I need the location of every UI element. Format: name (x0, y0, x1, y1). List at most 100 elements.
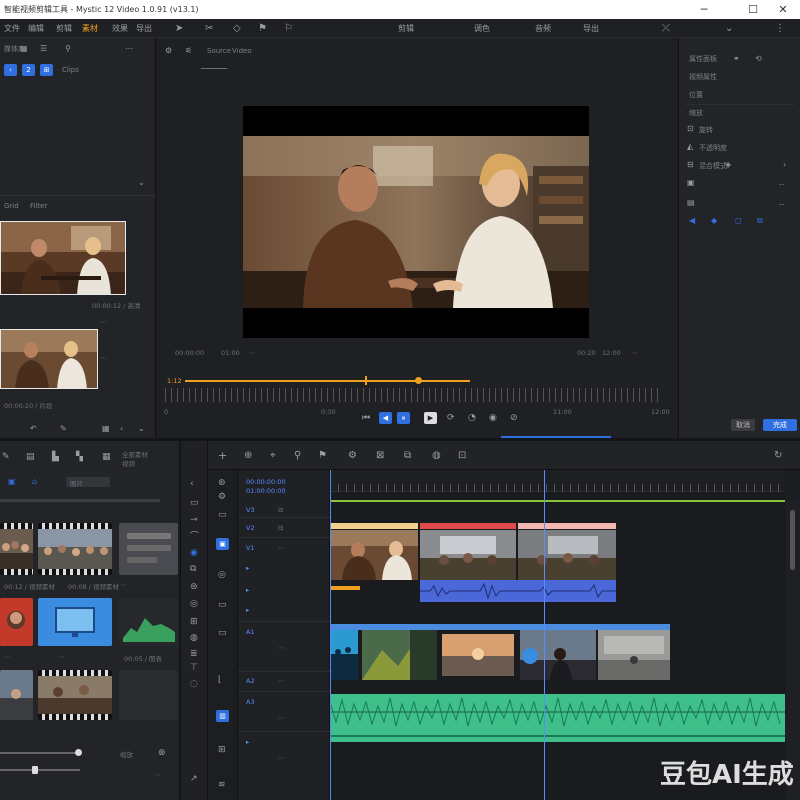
track-a2-controls[interactable]: ⋯ (278, 677, 285, 685)
audio-track-toggle[interactable]: ▥ (216, 710, 229, 722)
value-icon[interactable]: ‥ (779, 178, 784, 188)
linked-audio-clip[interactable] (420, 580, 616, 602)
grid-icon[interactable]: ▦ (102, 424, 110, 434)
minimize-button[interactable]: ─ (691, 2, 717, 17)
track-a1-controls[interactable]: ⋯ (278, 644, 285, 652)
reset-icon[interactable]: ⟲ (755, 54, 762, 64)
clip-label-pink[interactable] (518, 523, 616, 529)
view-button-3[interactable]: ⊞ (40, 64, 53, 76)
timeline-clip-8[interactable] (598, 630, 670, 680)
pen-icon[interactable]: ✎ (60, 424, 67, 434)
diamond-icon[interactable]: ◇ (233, 24, 241, 34)
keyframe-delete-icon[interactable]: ◻ (735, 216, 742, 226)
undo-icon[interactable]: ↶ (30, 424, 37, 434)
menu-edit[interactable]: 编辑 (28, 22, 44, 35)
template-icon[interactable]: ▦ (102, 452, 111, 462)
inspector-row-video[interactable]: 视频属性 (689, 72, 717, 82)
curve-icon[interactable]: ⌒ (190, 532, 199, 542)
volume-icon[interactable]: ◉ (489, 413, 497, 423)
tab-cut[interactable]: 剪辑 (398, 22, 414, 35)
magnet-icon[interactable]: ⌖ (270, 451, 276, 461)
select-icon[interactable]: ▭ (190, 498, 199, 508)
tab-audio[interactable]: 音频 (535, 22, 551, 35)
timeline-clip-3[interactable] (518, 530, 616, 580)
library-size-handle[interactable] (32, 766, 38, 774)
detach-icon[interactable]: ⧉ (404, 451, 411, 461)
tab-grid[interactable]: Grid (4, 202, 19, 210)
viewer-ruler[interactable] (165, 388, 663, 402)
lock-icon[interactable]: ▭ (218, 600, 227, 610)
audio-track-a2[interactable] (330, 730, 785, 742)
close-button[interactable]: ✕ (770, 2, 796, 17)
link-icon[interactable]: ⤫ (662, 24, 670, 34)
close-icon[interactable]: ⊗ (158, 748, 166, 758)
cancel-button[interactable]: 取消 (731, 419, 755, 431)
gear-icon[interactable]: ⚙ (348, 451, 357, 461)
track-v2-controls[interactable]: ⊟ (278, 524, 283, 532)
menu-cut[interactable]: 剪辑 (56, 22, 72, 35)
work-area-bar[interactable] (330, 500, 785, 502)
timeline-in-marker[interactable] (330, 470, 331, 800)
preview-icon[interactable]: ⊡ (458, 451, 466, 461)
tab-deliver[interactable]: 导出 (583, 22, 599, 35)
cursor-icon[interactable]: ➤ (175, 24, 183, 34)
effect-icon[interactable]: ▤ (687, 198, 695, 208)
timeline-ruler[interactable] (330, 470, 785, 492)
crop-icon[interactable]: ⊡ (687, 124, 694, 134)
keyframe-add-icon[interactable]: ◀ (689, 216, 695, 226)
grid-icon[interactable]: ▦ (20, 44, 28, 54)
list-icon[interactable]: ☰ (40, 44, 47, 54)
chevron-left-icon[interactable]: ‹ (120, 424, 123, 434)
view-button-2[interactable]: 2 (22, 64, 35, 76)
track-row-v2[interactable]: V2 ⊟ (238, 518, 330, 538)
mic-icon[interactable]: ⚲ (294, 451, 301, 461)
track-row-v3[interactable]: V3 ⊟ (238, 502, 330, 518)
confirm-button[interactable]: 完成 (763, 419, 797, 431)
snap-icon[interactable]: ⊕ (244, 451, 252, 461)
value-icon-2[interactable]: ‥ (779, 198, 784, 208)
viewer-tab-video[interactable]: Video (232, 47, 252, 55)
ripple-icon[interactable]: ⧉ (190, 564, 196, 574)
timeline-clip-7[interactable] (520, 630, 596, 680)
library-scroll-track[interactable] (0, 499, 160, 502)
tab-color[interactable]: 调色 (474, 22, 490, 35)
track-row-a2[interactable]: A2 ⋯ (238, 672, 330, 692)
chevron-left-icon[interactable]: ‹ (190, 479, 194, 489)
keyframe-icon[interactable]: ◈ (725, 160, 731, 170)
link-icon[interactable]: ⚭ (733, 54, 740, 64)
library-zoom-handle[interactable] (75, 749, 82, 756)
chevron-right-icon[interactable]: › (783, 160, 786, 170)
flag-icon[interactable]: ⚑ (318, 451, 327, 461)
ellipsis-icon[interactable]: ⋮ (775, 24, 785, 34)
library-zoom-slider[interactable] (0, 752, 80, 754)
clip-label-yellow[interactable] (330, 523, 418, 529)
settings-icon[interactable]: ⚙ (218, 492, 226, 502)
home-icon[interactable]: ⌂ (32, 477, 37, 487)
track-master-controls[interactable]: ⋯ (278, 754, 285, 762)
play-button[interactable]: ▶ (424, 412, 437, 424)
in-point-marker[interactable] (365, 376, 367, 385)
library-clip-4[interactable] (0, 598, 33, 646)
stabilize-icon[interactable]: ◍ (190, 633, 198, 643)
audio-tool-icon[interactable]: ≣ (190, 649, 198, 659)
tab-filter[interactable]: Filter (30, 202, 47, 210)
ruler-icon[interactable]: ⊛ (218, 478, 226, 488)
scrollbar-thumb[interactable] (790, 510, 795, 570)
clip-1-audio-link[interactable] (330, 586, 360, 590)
filter-icon[interactable]: ⚲ (65, 44, 71, 54)
track-row-master[interactable]: ▸ ⋯ (238, 732, 330, 800)
blend-icon[interactable]: ⊟ (687, 160, 694, 170)
audio-track-a1[interactable] (329, 694, 785, 730)
timeline-clip-1[interactable] (330, 530, 418, 580)
more-icon[interactable]: ⋯ (125, 44, 133, 54)
text-icon[interactable]: ▙ (52, 452, 59, 462)
track-row-a3[interactable]: A3 ⋯ (238, 692, 330, 732)
menu-file[interactable]: 文件 (4, 22, 20, 35)
blade-icon[interactable]: ✂ (205, 24, 213, 34)
menu-export[interactable]: 导出 (136, 22, 152, 35)
shape-icon[interactable]: ▚ (76, 452, 83, 462)
menu-effects[interactable]: 效果 (112, 22, 128, 35)
image-icon[interactable]: ▣ (687, 178, 695, 188)
timeline-clip-5[interactable] (362, 630, 437, 680)
library-clip-1[interactable] (0, 523, 33, 575)
